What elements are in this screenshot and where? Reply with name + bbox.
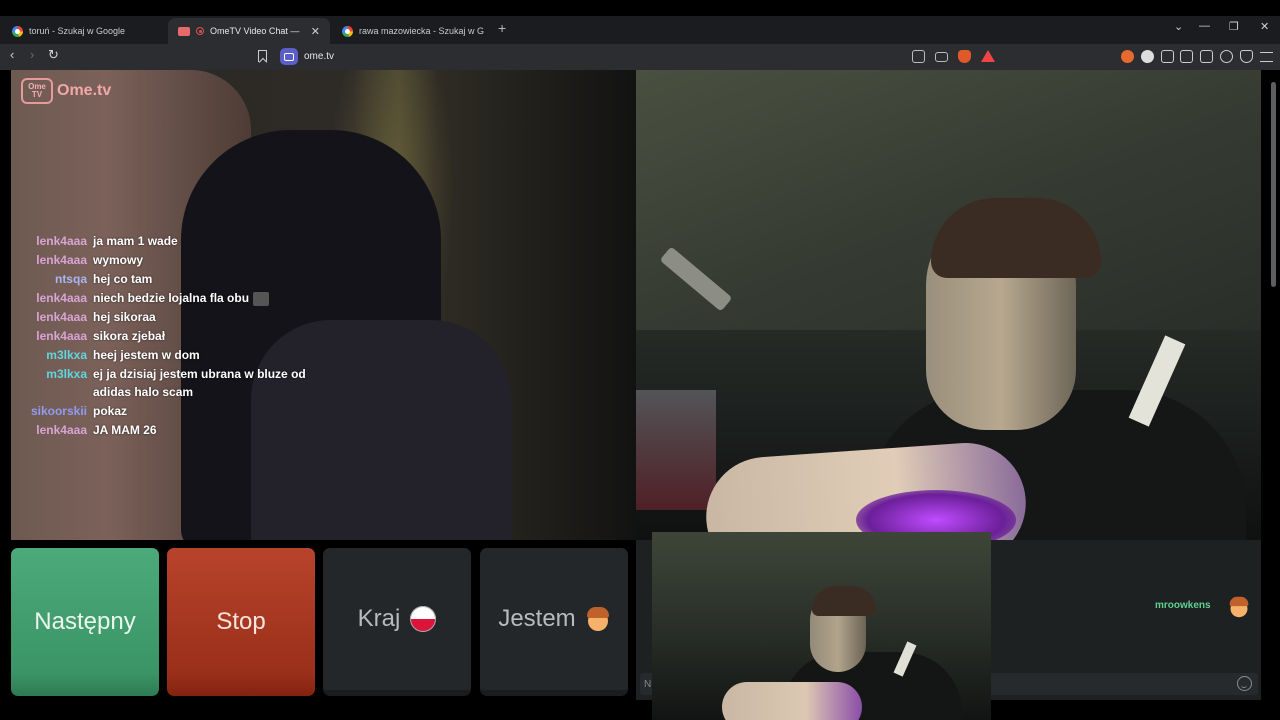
- back-button[interactable]: ‹: [10, 47, 14, 62]
- chat-message: m3lkxa ej ja dzisiaj jestem ubrana w blu…: [11, 365, 313, 401]
- tab-label: rawa mazowiecka - Szukaj w Google: [359, 26, 484, 36]
- poland-flag-icon: [410, 606, 437, 632]
- video-glass: [636, 390, 716, 510]
- ometv-logo: Ome TV Ome.tv: [21, 78, 111, 104]
- logo-text: Ome.tv: [57, 82, 112, 99]
- logo-mark: Ome TV: [21, 78, 53, 104]
- address-bar[interactable]: ome.tv: [304, 51, 334, 62]
- restore-icon[interactable]: ❐: [1229, 20, 1239, 33]
- gender-button[interactable]: Jestem: [480, 548, 628, 696]
- chat-message: sikoorskii pokaz: [11, 402, 313, 420]
- recording-icon: [196, 27, 204, 35]
- chat-nick: sikoorskii: [30, 404, 87, 418]
- chat-text: hej co tam: [93, 272, 153, 286]
- tab-search-dropdown-icon[interactable]: ⌄: [1174, 20, 1183, 33]
- chat-nick: lenk4aaa: [36, 329, 87, 343]
- emoji-picker-icon[interactable]: [1237, 676, 1252, 691]
- own-video: [636, 70, 1261, 540]
- close-tab-icon[interactable]: ✕: [311, 25, 320, 38]
- chat-message: lenk4aaa wymowy: [11, 251, 313, 269]
- chat-text: ej ja dzisiaj jestem ubrana w bluze od a…: [93, 367, 306, 399]
- chat-message: lenk4aaa sikora zjebał: [11, 327, 313, 345]
- tab-ometv[interactable]: OmeTV Video Chat — Omegle ✕: [168, 18, 330, 44]
- translate-icon[interactable]: [912, 50, 925, 63]
- boy-emoji-icon: [1229, 596, 1249, 618]
- chat-text: pokaz: [93, 404, 128, 418]
- ometv-favicon: [178, 26, 190, 36]
- chat-text: ja mam 1 wade: [93, 234, 178, 248]
- leo-ai-icon[interactable]: [1220, 50, 1233, 63]
- chat-nick: m3lkxa: [46, 348, 87, 362]
- tab-label: toruń - Szukaj w Google: [29, 26, 126, 36]
- wallet-icon[interactable]: [1200, 50, 1213, 63]
- page-scrollbar[interactable]: [1271, 82, 1276, 287]
- extension-icon[interactable]: [1121, 50, 1134, 63]
- chat-message: ntsqa hej co tam: [11, 270, 313, 288]
- chat-text: niech bedzie lojalna fla obu: [93, 291, 250, 305]
- minimize-icon[interactable]: —: [1199, 20, 1210, 32]
- screen: toruń - Szukaj w Google OmeTV Video Chat…: [0, 0, 1280, 720]
- partner-nick: mroowkens: [1155, 600, 1211, 611]
- chat-nick: lenk4aaa: [36, 291, 87, 305]
- chat-message: lenk4aaa niech bedzie lojalna fla obu: [11, 289, 313, 307]
- self-preview-video: [652, 532, 991, 720]
- emoji-icon: [253, 291, 270, 306]
- chat-input-text: N: [644, 679, 652, 690]
- chat-text: heej jestem w dom: [93, 348, 200, 362]
- chat-nick: lenk4aaa: [36, 423, 87, 437]
- browser-toolbar: ‹ › ↻ ome.tv: [0, 44, 1280, 70]
- brave-shields-icon[interactable]: [958, 50, 971, 63]
- chat-message: lenk4aaa JA MAM 26: [11, 421, 313, 439]
- next-button[interactable]: Następny: [11, 548, 159, 696]
- country-button-label: Kraj: [357, 605, 401, 632]
- stop-button-label: Stop: [216, 608, 266, 635]
- site-info-icon[interactable]: [280, 48, 298, 65]
- extension-icon[interactable]: [1141, 50, 1154, 63]
- emoji-hair: [586, 607, 609, 618]
- browser-tab-bar: toruń - Szukaj w Google OmeTV Video Chat…: [0, 16, 1280, 44]
- vpn-icon[interactable]: [1240, 50, 1253, 63]
- google-icon: [342, 25, 353, 37]
- chat-text: sikora zjebał: [93, 329, 166, 343]
- boy-emoji-icon: [586, 606, 610, 632]
- new-tab-button[interactable]: +: [498, 20, 506, 36]
- chat-nick: lenk4aaa: [36, 310, 87, 324]
- chat-nick: m3lkxa: [46, 367, 87, 381]
- close-window-icon[interactable]: ✕: [1260, 20, 1269, 33]
- bookmark-icon[interactable]: [258, 50, 267, 62]
- gender-button-label: Jestem: [498, 605, 576, 632]
- reload-button[interactable]: ↻: [48, 47, 59, 63]
- chat-message: lenk4aaa hej sikoraa: [11, 308, 313, 326]
- menu-icon[interactable]: [1260, 52, 1273, 62]
- chat-text: hej sikoraa: [93, 310, 156, 324]
- chat-message: m3lkxa heej jestem w dom: [11, 346, 313, 364]
- next-button-label: Następny: [34, 608, 136, 635]
- tab-label: OmeTV Video Chat — Omegle: [210, 26, 301, 36]
- video-hair: [931, 198, 1101, 278]
- chat-nick: lenk4aaa: [36, 253, 87, 267]
- cast-icon[interactable]: [935, 52, 948, 62]
- emoji-hair: [1229, 596, 1249, 607]
- preview-hand: [722, 682, 862, 720]
- preview-hair: [812, 586, 876, 616]
- sidebar-icon[interactable]: [1180, 50, 1193, 63]
- google-icon: [12, 25, 23, 37]
- chat-nick: ntsqa: [54, 272, 87, 286]
- chat-message: lenk4aaa ja mam 1 wade: [11, 232, 313, 250]
- brave-rewards-icon[interactable]: [981, 50, 995, 62]
- forward-button[interactable]: ›: [30, 47, 34, 62]
- chat-text-wrap: niech bedzie lojalna fla obu: [93, 289, 313, 307]
- country-button[interactable]: Kraj: [323, 548, 471, 696]
- chat-nick: lenk4aaa: [36, 234, 87, 248]
- stop-button[interactable]: Stop: [167, 548, 315, 696]
- stranger-video: Ome TV Ome.tv lenk4aaa ja mam 1 wade len…: [11, 70, 636, 540]
- tab-torun-search[interactable]: toruń - Szukaj w Google: [2, 18, 166, 44]
- tab-rawa-search[interactable]: rawa mazowiecka - Szukaj w Google: [332, 18, 494, 44]
- chat-text: wymowy: [93, 253, 144, 267]
- chat-text: JA MAM 26: [93, 423, 157, 437]
- extensions-puzzle-icon[interactable]: [1161, 50, 1174, 63]
